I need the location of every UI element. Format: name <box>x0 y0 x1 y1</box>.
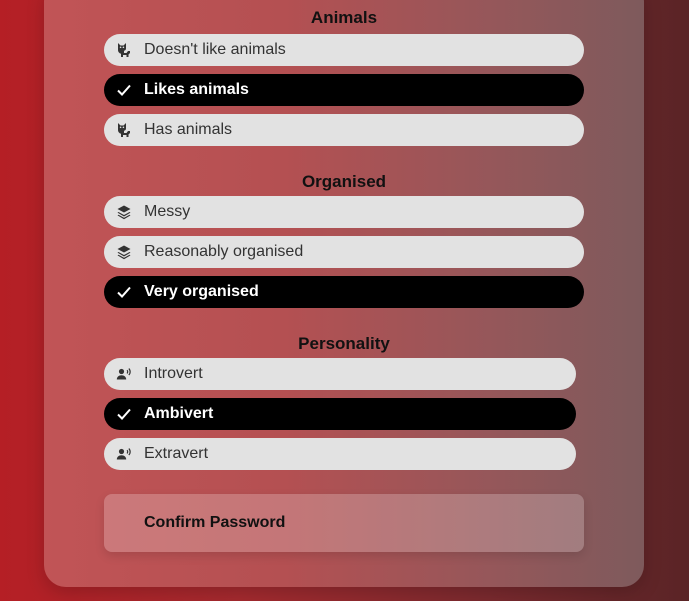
layers-icon <box>104 236 144 268</box>
option-messy[interactable]: Messy <box>104 196 584 228</box>
option-ambivert[interactable]: Ambivert <box>104 398 576 430</box>
option-label: Likes animals <box>144 81 249 98</box>
option-very-organised[interactable]: Very organised <box>104 276 584 308</box>
person-voice-icon <box>104 358 144 390</box>
check-icon <box>104 276 144 308</box>
check-icon <box>104 398 144 430</box>
option-label: Has animals <box>144 121 233 138</box>
option-label: Ambivert <box>144 405 214 422</box>
option-label: Very organised <box>144 283 259 300</box>
option-introvert[interactable]: Introvert <box>104 358 576 390</box>
option-reasonably-organised[interactable]: Reasonably organised <box>104 236 584 268</box>
confirm-password-field[interactable]: Confirm Password <box>104 494 584 552</box>
option-extravert[interactable]: Extravert <box>104 438 576 470</box>
option-doesnt-like-animals[interactable]: Doesn't like animals <box>104 34 584 66</box>
cat-icon <box>104 114 144 146</box>
organised-section-title: Organised <box>301 172 387 191</box>
confirm-password-label: Confirm Password <box>144 514 286 531</box>
check-icon <box>104 74 144 106</box>
personality-section-title: Personality <box>298 334 390 353</box>
person-voice-icon <box>104 438 144 470</box>
option-has-animals[interactable]: Has animals <box>104 114 584 146</box>
option-label: Introvert <box>144 365 203 382</box>
option-label: Reasonably organised <box>144 243 304 260</box>
animals-section-title: Animals <box>310 8 378 27</box>
option-label: Messy <box>144 203 191 220</box>
option-likes-animals[interactable]: Likes animals <box>104 74 584 106</box>
option-label: Doesn't like animals <box>144 41 286 58</box>
option-label: Extravert <box>144 445 209 462</box>
cat-icon <box>104 34 144 66</box>
layers-icon <box>104 196 144 228</box>
